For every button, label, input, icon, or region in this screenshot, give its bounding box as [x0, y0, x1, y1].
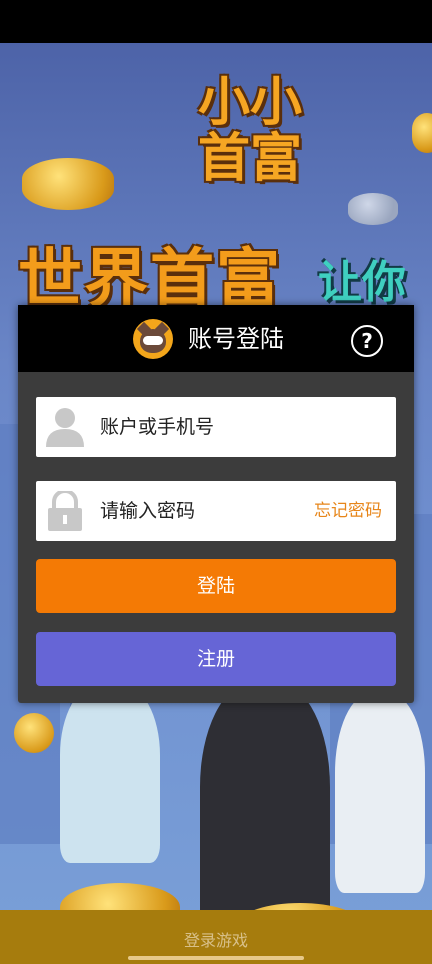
password-input[interactable] — [100, 481, 300, 541]
password-field[interactable]: 忘记密码 — [36, 481, 396, 541]
dialog-header: 账号登陆 ? — [18, 305, 414, 372]
status-bar — [0, 0, 432, 43]
dialog-title: 账号登陆 — [188, 325, 284, 353]
logo-tail-text: 让你 — [318, 257, 406, 308]
login-button[interactable]: 登陆 — [36, 559, 396, 613]
forgot-password-link[interactable]: 忘记密码 — [314, 481, 382, 541]
account-input[interactable] — [100, 397, 300, 457]
enter-game-button[interactable]: 登录游戏 — [0, 927, 432, 951]
login-dialog: 账号登陆 ? 忘记密码 登陆 注册 — [18, 305, 414, 703]
logo-small-title: 小小 首富 — [197, 73, 302, 189]
raccoon-mascot-icon — [133, 319, 173, 359]
account-field[interactable] — [36, 397, 396, 457]
user-icon — [46, 408, 84, 447]
home-indicator — [128, 956, 304, 960]
help-button[interactable]: ? — [351, 325, 383, 357]
lock-icon — [48, 491, 82, 531]
register-button[interactable]: 注册 — [36, 632, 396, 686]
